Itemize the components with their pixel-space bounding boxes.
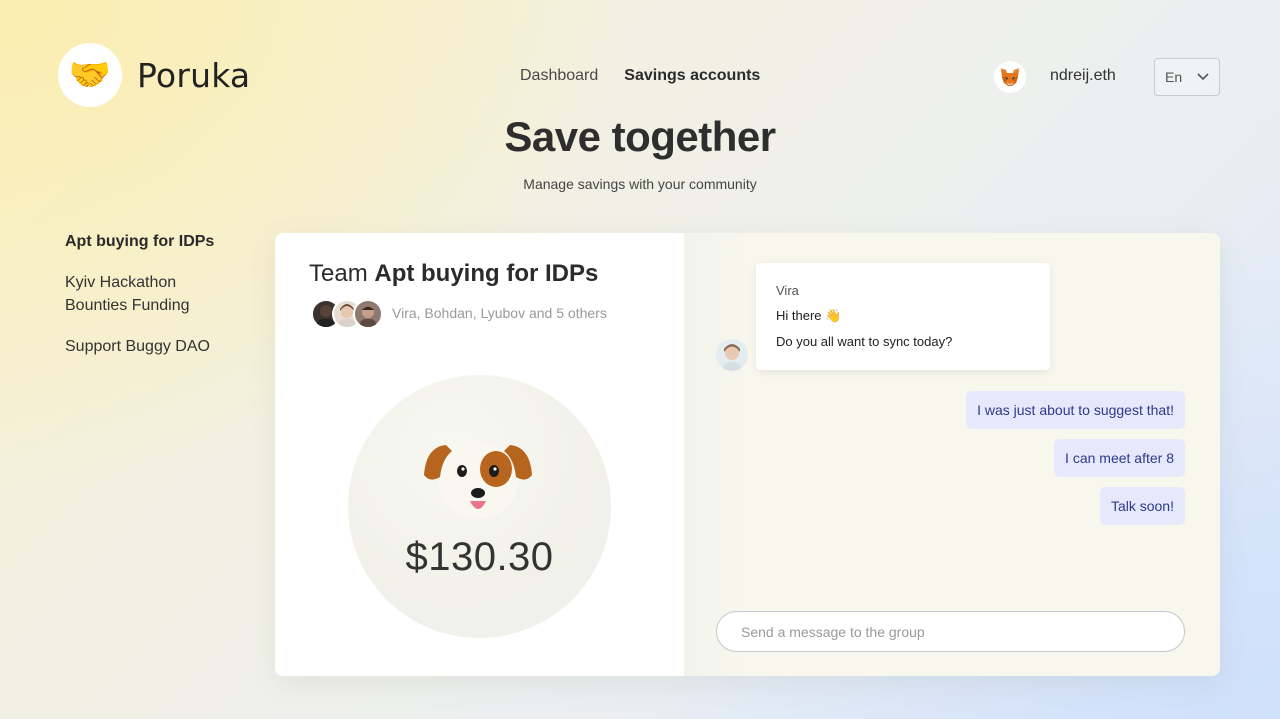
account-name[interactable]: ndreij.eth: [1050, 67, 1116, 85]
message-sender: Vira: [776, 283, 799, 298]
team-title-prefix: Team: [309, 260, 368, 287]
savings-balance: $130.30: [405, 535, 554, 579]
outgoing-message: I was just about to suggest that!: [966, 391, 1185, 429]
main-nav: Dashboard Savings accounts: [520, 67, 760, 85]
outgoing-message: Talk soon!: [1099, 487, 1185, 525]
language-select[interactable]: En: [1154, 58, 1220, 96]
savings-sidebar: Apt buying for IDPs Kyiv Hackathon Bount…: [65, 230, 255, 376]
message-input[interactable]: Send a message to the group: [716, 611, 1185, 652]
page-subtitle: Manage savings with your community: [523, 176, 757, 192]
handshake-icon: 🤝: [68, 56, 112, 94]
sidebar-item-buggy-dao[interactable]: Support Buggy DAO: [65, 335, 255, 358]
sidebar-item-apt-buying[interactable]: Apt buying for IDPs: [65, 230, 255, 253]
metamask-fox-icon[interactable]: [994, 61, 1026, 93]
savings-card: Team Apt buying for IDPs Vira, Bohdan, L…: [275, 233, 1220, 676]
nav-savings-accounts[interactable]: Savings accounts: [624, 67, 760, 85]
chat-pane: Vira Hi there 👋 Do you all want to sync …: [684, 233, 1220, 676]
language-value: En: [1165, 69, 1183, 85]
outgoing-message: I can meet after 8: [1054, 439, 1185, 477]
account-pane: Team Apt buying for IDPs Vira, Bohdan, L…: [275, 233, 684, 676]
avatar: [353, 299, 383, 329]
member-avatars[interactable]: [311, 299, 383, 329]
dog-face-icon: [424, 443, 532, 519]
logo[interactable]: 🤝: [58, 43, 122, 107]
message-line: Hi there 👋: [776, 308, 842, 323]
nav-dashboard[interactable]: Dashboard: [520, 67, 598, 85]
message-input-placeholder: Send a message to the group: [741, 623, 925, 640]
members-summary[interactable]: Vira, Bohdan, Lyubov and 5 others: [392, 305, 607, 321]
incoming-message: Vira Hi there 👋 Do you all want to sync …: [756, 263, 1050, 370]
team-title: Team Apt buying for IDPs: [309, 260, 598, 288]
brand-name: Poruka: [137, 56, 251, 95]
sidebar-item-kyiv-hackathon[interactable]: Kyiv Hackathon Bounties Funding: [65, 271, 215, 317]
message-line: Do you all want to sync today?: [776, 334, 953, 349]
avatar: [716, 339, 748, 371]
chevron-down-icon: [1197, 73, 1209, 81]
page-title: Save together: [504, 113, 776, 160]
team-title-name: Apt buying for IDPs: [374, 260, 599, 287]
